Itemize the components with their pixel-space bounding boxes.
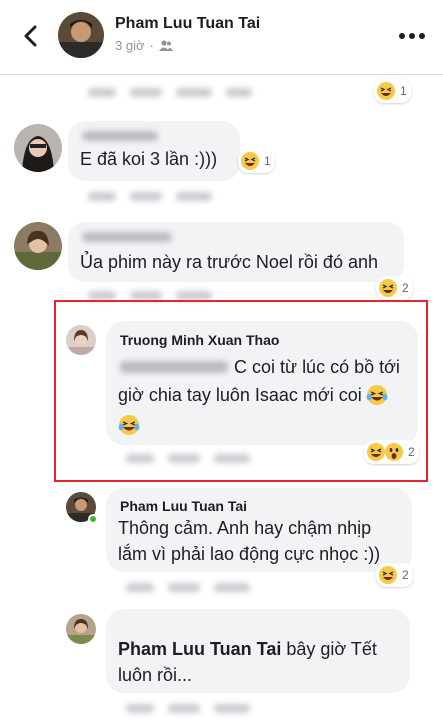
reply-actions bbox=[126, 454, 250, 463]
reaction-summary[interactable]: 1 bbox=[238, 149, 275, 173]
blurred-text bbox=[126, 454, 154, 463]
blurred-text bbox=[88, 291, 116, 300]
reply-text-line2: lắm vì phải lao động cực nhọc :)) bbox=[118, 544, 381, 564]
chevron-left-icon bbox=[24, 25, 37, 47]
reaction-count: 2 bbox=[402, 281, 409, 295]
comment-bubble: E đã koi 3 lần :))) bbox=[68, 121, 240, 181]
post-header: Pham Luu Tuan Tai 3 giờ · bbox=[0, 0, 443, 75]
blurred-text bbox=[176, 88, 212, 97]
commenter-avatar[interactable] bbox=[14, 124, 62, 172]
header-avatar[interactable] bbox=[58, 12, 104, 58]
reply-avatar[interactable] bbox=[66, 325, 96, 355]
blurred-author-name bbox=[82, 232, 172, 242]
page-title[interactable]: Pham Luu Tuan Tai bbox=[115, 15, 260, 33]
reply-actions bbox=[126, 704, 250, 713]
more-options-button[interactable] bbox=[395, 22, 429, 50]
tears-of-joy-emoji-icon bbox=[366, 385, 388, 405]
blurred-text bbox=[214, 583, 250, 592]
reply-text-line1: bây giờ Tết bbox=[281, 639, 377, 659]
blurred-text bbox=[168, 583, 200, 592]
comment-bubble: Ủa phim này ra trước Noel rồi đó anh bbox=[68, 222, 404, 282]
reply-bubble: Pham Luu Tuan Tai Thông cảm. Anh hay chậ… bbox=[106, 488, 412, 572]
haha-emoji-icon bbox=[367, 443, 385, 461]
blurred-text bbox=[130, 88, 162, 97]
blurred-text bbox=[88, 88, 116, 97]
blurred-text bbox=[130, 291, 162, 300]
haha-emoji-icon bbox=[241, 152, 259, 170]
blurred-text bbox=[126, 583, 154, 592]
reaction-count: 2 bbox=[408, 445, 415, 459]
haha-emoji-icon bbox=[379, 566, 397, 584]
meta-separator: · bbox=[149, 38, 154, 53]
comment-text: Ủa phim này ra trước Noel rồi đó anh bbox=[80, 252, 378, 272]
tears-of-joy-emoji-icon bbox=[118, 415, 140, 435]
back-button[interactable] bbox=[14, 20, 46, 52]
reaction-count: 1 bbox=[264, 154, 271, 168]
blurred-text bbox=[168, 454, 200, 463]
reaction-summary[interactable]: 2 bbox=[376, 563, 413, 587]
mention-link[interactable]: Pham Luu Tuan Tai bbox=[118, 639, 281, 659]
reply-actions bbox=[126, 583, 250, 592]
reply-text-line1: C coi từ lúc có bồ tới bbox=[234, 357, 400, 377]
more-dot-icon bbox=[399, 33, 405, 39]
comment-actions bbox=[88, 291, 212, 300]
more-dot-icon bbox=[419, 33, 425, 39]
reply-author[interactable]: Pham Luu Tuan Tai bbox=[120, 498, 247, 514]
reaction-count: 2 bbox=[402, 568, 409, 582]
reply-avatar[interactable] bbox=[66, 614, 96, 644]
reaction-count: 1 bbox=[400, 84, 407, 98]
blurred-text bbox=[176, 291, 212, 300]
haha-emoji-icon bbox=[379, 279, 397, 297]
reply-text-line2-row: giờ chia tay luôn Isaac mới coi bbox=[118, 381, 388, 409]
blurred-text bbox=[226, 88, 252, 97]
commenter-avatar[interactable] bbox=[14, 222, 62, 270]
friends-audience-icon bbox=[158, 39, 173, 51]
blurred-text bbox=[176, 192, 212, 201]
reply-text-line1: Thông cảm. Anh hay chậm nhịp bbox=[118, 518, 372, 538]
reaction-summary[interactable]: 2 bbox=[376, 276, 413, 300]
comment-text: E đã koi 3 lần :))) bbox=[80, 149, 218, 169]
blurred-text bbox=[88, 192, 116, 201]
wow-emoji-icon bbox=[385, 443, 403, 461]
reply-author[interactable]: Truong Minh Xuan Thao bbox=[120, 332, 279, 348]
blurred-text bbox=[214, 704, 250, 713]
blurred-text bbox=[214, 454, 250, 463]
comment-actions bbox=[88, 192, 212, 201]
blurred-text bbox=[168, 704, 200, 713]
blurred-text bbox=[126, 704, 154, 713]
post-meta: 3 giờ · bbox=[115, 38, 173, 53]
more-dot-icon bbox=[409, 33, 415, 39]
reply-text-line1-row: Pham Luu Tuan Tai bây giờ Tết bbox=[118, 635, 377, 663]
reply-text-line2: luôn rồi... bbox=[118, 665, 193, 685]
post-time[interactable]: 3 giờ bbox=[115, 38, 145, 53]
online-status-indicator bbox=[88, 514, 98, 524]
reply-bubble: Truong Minh Xuan Thao C coi từ lúc có bồ… bbox=[106, 321, 418, 445]
blurred-author-name bbox=[82, 131, 158, 141]
reaction-summary[interactable]: 2 bbox=[364, 440, 419, 464]
comment-actions bbox=[88, 88, 252, 97]
blurred-text bbox=[130, 192, 162, 201]
reaction-summary[interactable]: 1 bbox=[374, 79, 411, 103]
reply-bubble: Pham Luu Tuan Tai bây giờ Tết luôn rồi..… bbox=[106, 609, 410, 693]
reply-text-line2: giờ chia tay luôn Isaac mới coi bbox=[118, 385, 362, 405]
haha-emoji-icon bbox=[377, 82, 395, 100]
blurred-mention bbox=[120, 361, 228, 373]
